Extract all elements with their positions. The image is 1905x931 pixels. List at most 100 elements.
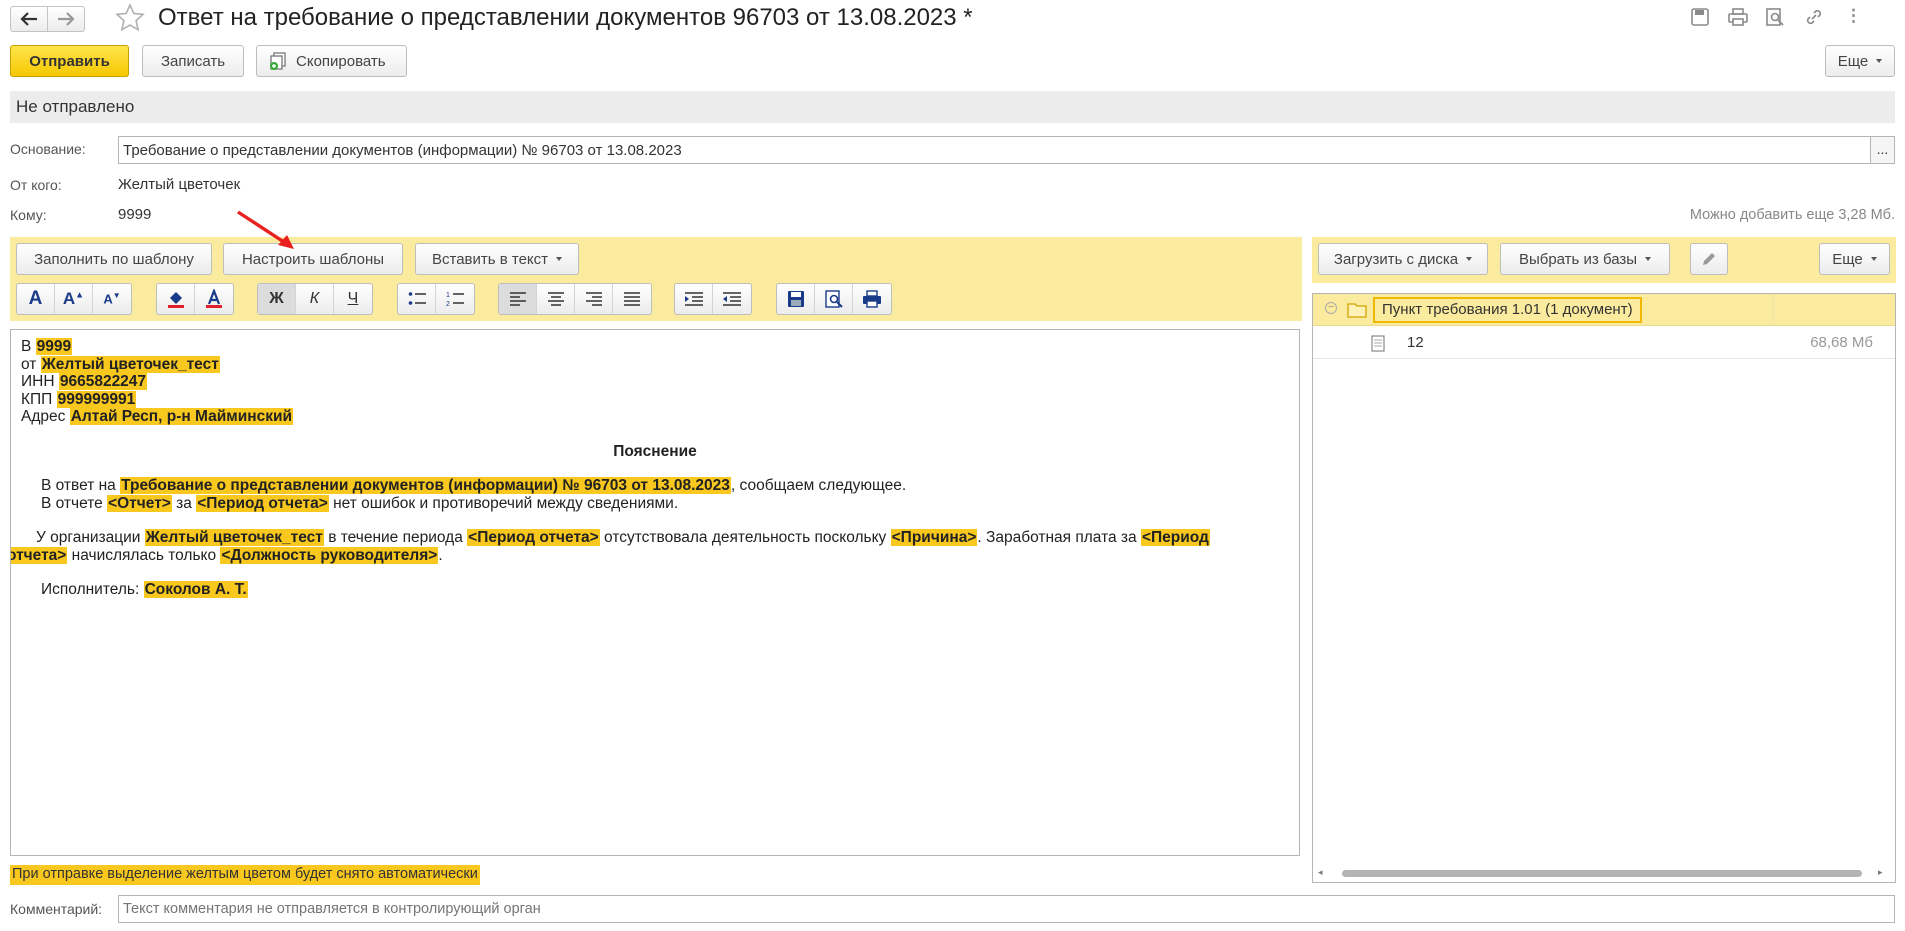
status-text: Не отправлено xyxy=(16,97,135,116)
from-value: Желтый цветочек xyxy=(118,176,241,193)
preview-template-button[interactable] xyxy=(815,284,853,314)
p1-prefix: В ответ на xyxy=(41,477,116,494)
underline-button[interactable]: Ч xyxy=(334,284,372,314)
decrease-font-button[interactable]: A▼ xyxy=(93,284,131,314)
chevron-down-icon xyxy=(556,257,563,261)
copy-icon xyxy=(270,52,286,70)
align-right-button[interactable] xyxy=(575,284,613,314)
inn-highlight: 9665822247 xyxy=(58,373,148,390)
more-button[interactable]: Еще xyxy=(1825,45,1895,77)
p2-suffix: нет ошибок и противоречий между сведения… xyxy=(333,494,679,512)
star-icon[interactable] xyxy=(114,2,146,34)
text-color-button[interactable] xyxy=(195,284,233,314)
tree-group-row[interactable]: − Пункт требования 1.01 (1 документ) xyxy=(1313,294,1895,326)
font-size-group: A A▲ A▼ xyxy=(16,283,132,315)
scroll-thumb[interactable] xyxy=(1342,870,1862,877)
basis-field[interactable]: Требование о представлении документов (и… xyxy=(118,136,1871,164)
inn-prefix: ИНН xyxy=(21,373,55,390)
svg-text:2: 2 xyxy=(446,301,450,307)
p3-mid2: отсутствовала деятельность поскольку xyxy=(604,529,887,546)
background-color-button[interactable] xyxy=(157,284,195,314)
p3-mid1: в течение периода xyxy=(328,529,463,546)
font-increase-icon: A▲ xyxy=(62,289,85,308)
from-prefix: от xyxy=(21,355,37,373)
status-bar xyxy=(10,91,1895,123)
text-style-group: Ж К Ч xyxy=(257,283,373,315)
indent-group xyxy=(674,283,752,315)
align-left-button[interactable] xyxy=(499,284,537,314)
basis-select-button[interactable]: ... xyxy=(1870,136,1895,164)
fill-template-button[interactable]: Заполнить по шаблону xyxy=(16,243,212,275)
address-prefix: Адрес xyxy=(21,408,66,425)
upload-label: Загрузить с диска xyxy=(1333,250,1459,268)
preview-icon[interactable] xyxy=(1766,8,1784,31)
fill-color-icon xyxy=(167,292,184,308)
tree-group-label-box[interactable]: Пункт требования 1.01 (1 документ) xyxy=(1373,297,1642,323)
print-icon xyxy=(863,290,881,308)
tree-column-divider xyxy=(1773,294,1774,326)
forward-button[interactable] xyxy=(47,6,85,32)
comment-label: Комментарий: xyxy=(10,901,103,917)
increase-indent-button[interactable] xyxy=(675,284,713,314)
scroll-right-arrow[interactable]: ▸ xyxy=(1878,867,1883,878)
address-highlight: Алтай Респ, р-н Майминский xyxy=(69,408,294,425)
upload-from-disk-button[interactable]: Загрузить с диска xyxy=(1318,243,1488,275)
file-size: 68,68 Мб xyxy=(1810,334,1873,351)
tree-file-row[interactable]: 12 68,68 Мб xyxy=(1313,327,1895,359)
align-left-icon xyxy=(509,292,526,306)
send-button[interactable]: Отправить xyxy=(10,45,129,77)
scroll-left-arrow[interactable]: ◂ xyxy=(1318,867,1323,878)
more-vertical-icon[interactable]: ⋮ xyxy=(1845,6,1862,26)
save-disk-icon[interactable] xyxy=(1691,8,1709,31)
indent-increase-icon xyxy=(684,292,703,306)
letter-from-line: от Желтый цветочек_тест xyxy=(21,355,1289,374)
justify-button[interactable] xyxy=(613,284,651,314)
font-decrease-icon: A▼ xyxy=(103,291,121,307)
bold-button[interactable]: Ж xyxy=(258,284,296,314)
print-template-button[interactable] xyxy=(853,284,891,314)
link-icon[interactable] xyxy=(1804,8,1824,31)
select-from-base-button[interactable]: Выбрать из базы xyxy=(1500,243,1670,275)
chevron-down-icon xyxy=(1876,59,1883,63)
from-highlight: Желтый цветочек_тест xyxy=(40,355,220,373)
p3-reason-highlight: <Причина> xyxy=(890,529,978,546)
files-tree: − Пункт требования 1.01 (1 документ) 12 … xyxy=(1312,293,1896,883)
horizontal-scrollbar[interactable]: ◂ ▸ xyxy=(1318,867,1888,879)
print-icon[interactable] xyxy=(1728,8,1748,31)
p3-position-highlight: <Должность руководителя> xyxy=(220,546,439,564)
from-label: От кого: xyxy=(10,177,62,193)
letter-editor[interactable]: В 9999 от Желтый цветочек_тест ИНН 96658… xyxy=(10,329,1300,856)
highlight-notice: При отправке выделение желтым цветом буд… xyxy=(10,865,480,885)
edit-button[interactable] xyxy=(1690,243,1728,275)
save-template-button[interactable] xyxy=(777,284,815,314)
copy-button[interactable]: Скопировать xyxy=(256,45,407,77)
letter-executor: Исполнитель: Соколов А. Т. xyxy=(21,581,1289,599)
basis-label: Основание: xyxy=(10,141,86,157)
files-more-button[interactable]: Еще xyxy=(1819,243,1890,275)
italic-button[interactable]: К xyxy=(296,284,334,314)
arrow-right-icon xyxy=(58,12,75,26)
to-label: Кому: xyxy=(10,207,47,223)
chevron-down-icon xyxy=(1870,257,1877,261)
p2-prefix: В отчете xyxy=(41,494,103,512)
align-right-icon xyxy=(585,292,602,306)
letter-inn-line: ИНН 9665822247 xyxy=(21,373,1289,391)
collapse-icon[interactable]: − xyxy=(1325,302,1337,314)
comment-input[interactable] xyxy=(118,895,1895,923)
align-center-button[interactable] xyxy=(537,284,575,314)
chevron-down-icon xyxy=(1466,257,1473,261)
numbered-list-button[interactable]: 12 xyxy=(436,284,474,314)
decrease-indent-button[interactable] xyxy=(713,284,751,314)
copy-label: Скопировать xyxy=(296,52,386,70)
page-title: Ответ на требование о представлении доку… xyxy=(158,4,973,31)
p1-suffix: , сообщаем следующее. xyxy=(730,477,907,494)
insert-into-text-button[interactable]: Вставить в текст xyxy=(415,243,579,275)
p1-highlight: Требование о представлении документов (и… xyxy=(120,477,731,494)
increase-font-button[interactable]: A▲ xyxy=(55,284,93,314)
back-button[interactable] xyxy=(10,6,48,32)
save-button[interactable]: Записать xyxy=(142,45,244,77)
save-icon xyxy=(787,291,804,307)
kpp-prefix: КПП xyxy=(21,390,53,408)
font-style-button[interactable]: A xyxy=(17,284,55,314)
bullet-list-button[interactable] xyxy=(398,284,436,314)
